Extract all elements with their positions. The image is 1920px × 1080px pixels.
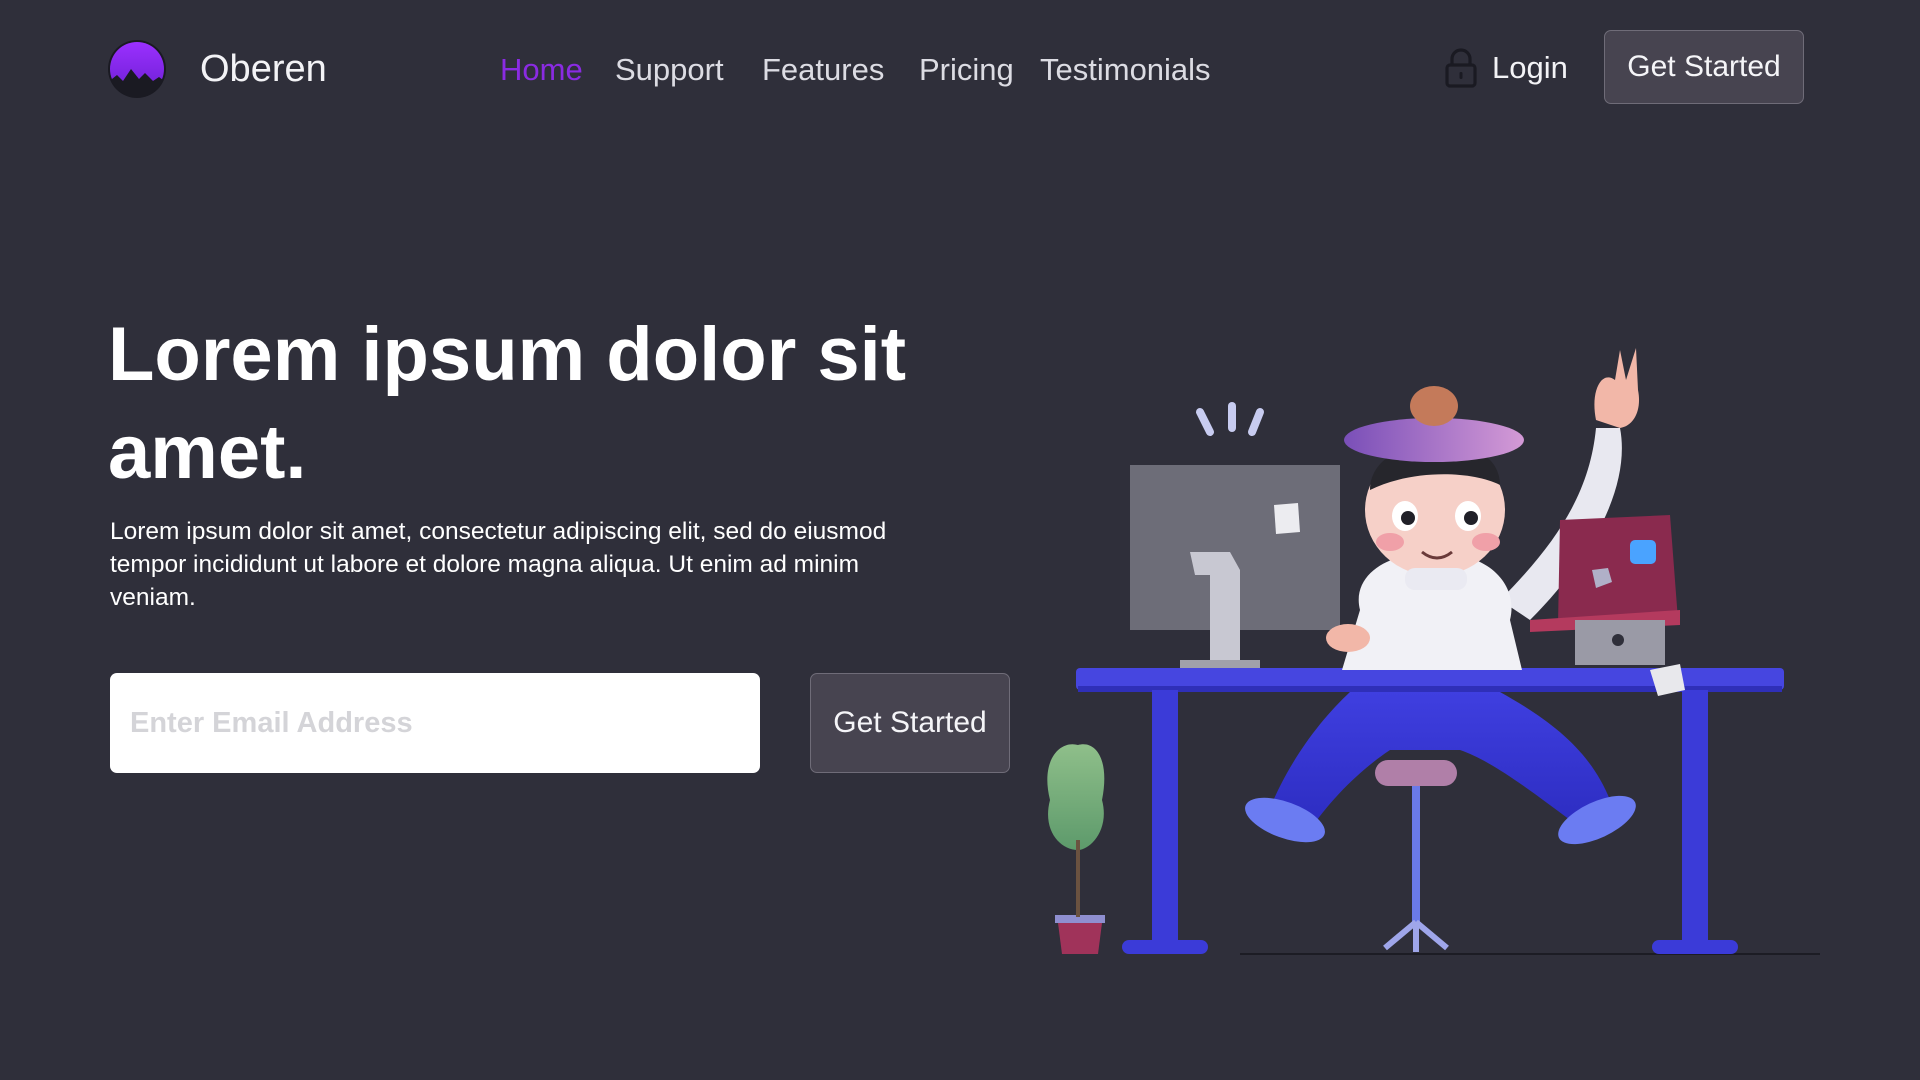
login-label: Login [1492, 50, 1568, 85]
plant-illustration [1047, 744, 1105, 954]
hero-title: Lorem ipsum dolor sit amet. [108, 312, 907, 495]
hero-illustration [1047, 348, 1820, 955]
top-navigation: Oberen Home Support Features Pricing Tes… [0, 0, 1920, 140]
get-started-hero-button[interactable]: Get Started [810, 673, 1010, 773]
monitor-illustration [1130, 402, 1340, 668]
nav-link-pricing[interactable]: Pricing [919, 52, 1014, 88]
hero-description: Lorem ipsum dolor sit amet, consectetur … [110, 518, 887, 611]
nav-link-support[interactable]: Support [615, 52, 724, 88]
get-started-nav-button[interactable]: Get Started [1604, 30, 1804, 104]
lock-icon [1445, 48, 1477, 88]
chair-illustration [1375, 760, 1457, 952]
nav-link-home[interactable]: Home [500, 52, 583, 88]
logo-icon[interactable] [107, 39, 167, 99]
nav-link-features[interactable]: Features [762, 52, 884, 88]
login-link[interactable]: Login [1444, 48, 1568, 88]
email-input[interactable] [110, 673, 760, 773]
brand-name[interactable]: Oberen [200, 48, 327, 91]
nav-link-testimonials[interactable]: Testimonials [1040, 52, 1211, 88]
